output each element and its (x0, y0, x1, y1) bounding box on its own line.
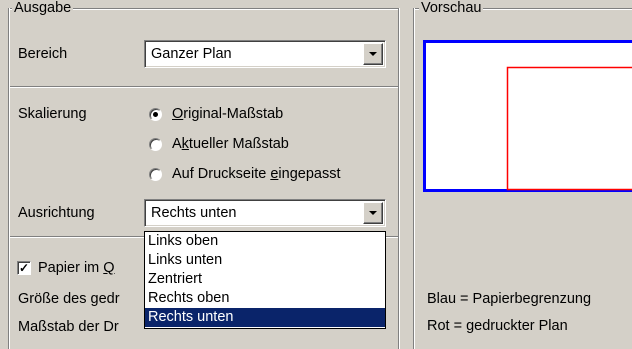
ausgabe-group-border-left (8, 8, 10, 349)
separator-1 (10, 86, 398, 88)
ausrichtung-label: Ausrichtung (18, 205, 95, 221)
radio-eingepasst-label: Auf Druckseite eingepasst (172, 166, 341, 182)
legend-red: Rot = gedruckter Plan (427, 318, 568, 334)
skalierung-label: Skalierung (18, 106, 87, 122)
ausrichtung-combo-button[interactable] (363, 202, 383, 224)
chevron-down-icon (369, 211, 377, 215)
chevron-down-icon (369, 52, 377, 56)
printed-plan-boundary (506, 66, 632, 191)
ausgabe-group-title: Ausgabe (12, 0, 74, 16)
legend-blue: Blau = Papierbegrenzung (427, 291, 592, 307)
dropdown-item-links-oben[interactable]: Links oben (145, 232, 385, 251)
vorschau-group-border-left (413, 8, 415, 349)
bereich-combo[interactable]: Ganzer Plan (144, 40, 386, 68)
massstab-label: Maßstab der Dr (18, 319, 119, 335)
paper-boundary (423, 40, 632, 192)
ausgabe-group-border-right (398, 8, 400, 349)
radio-original[interactable] (149, 108, 162, 121)
dropdown-item-rechts-unten[interactable]: Rechts unten (145, 308, 385, 327)
ausrichtung-dropdown-list[interactable]: Links oben Links unten Zentriert Rechts … (144, 231, 386, 329)
checkmark-icon: ✓ (18, 261, 30, 275)
bereich-label: Bereich (18, 46, 68, 62)
radio-eingepasst[interactable] (149, 168, 162, 181)
ausrichtung-combo-value: Rechts unten (151, 205, 237, 221)
groesse-label: Größe des gedr (18, 291, 120, 307)
bereich-combo-button[interactable] (363, 43, 383, 65)
dropdown-item-zentriert[interactable]: Zentriert (145, 270, 385, 289)
ausrichtung-combo[interactable]: Rechts unten (144, 199, 386, 227)
preview-canvas (423, 40, 632, 192)
radio-aktuell-label: Aktueller Maßstab (172, 136, 289, 152)
papier-checkbox[interactable]: ✓ (17, 261, 31, 275)
bereich-combo-value: Ganzer Plan (151, 46, 232, 62)
dropdown-item-links-unten[interactable]: Links unten (145, 251, 385, 270)
dropdown-item-rechts-oben[interactable]: Rechts oben (145, 289, 385, 308)
radio-dot (153, 112, 158, 117)
radio-aktuell[interactable] (149, 138, 162, 151)
vorschau-group-title: Vorschau (419, 0, 484, 16)
papier-checkbox-label: Papier im Q (38, 260, 115, 276)
radio-original-label: Original-Maßstab (172, 106, 284, 122)
preview-area (423, 40, 632, 192)
